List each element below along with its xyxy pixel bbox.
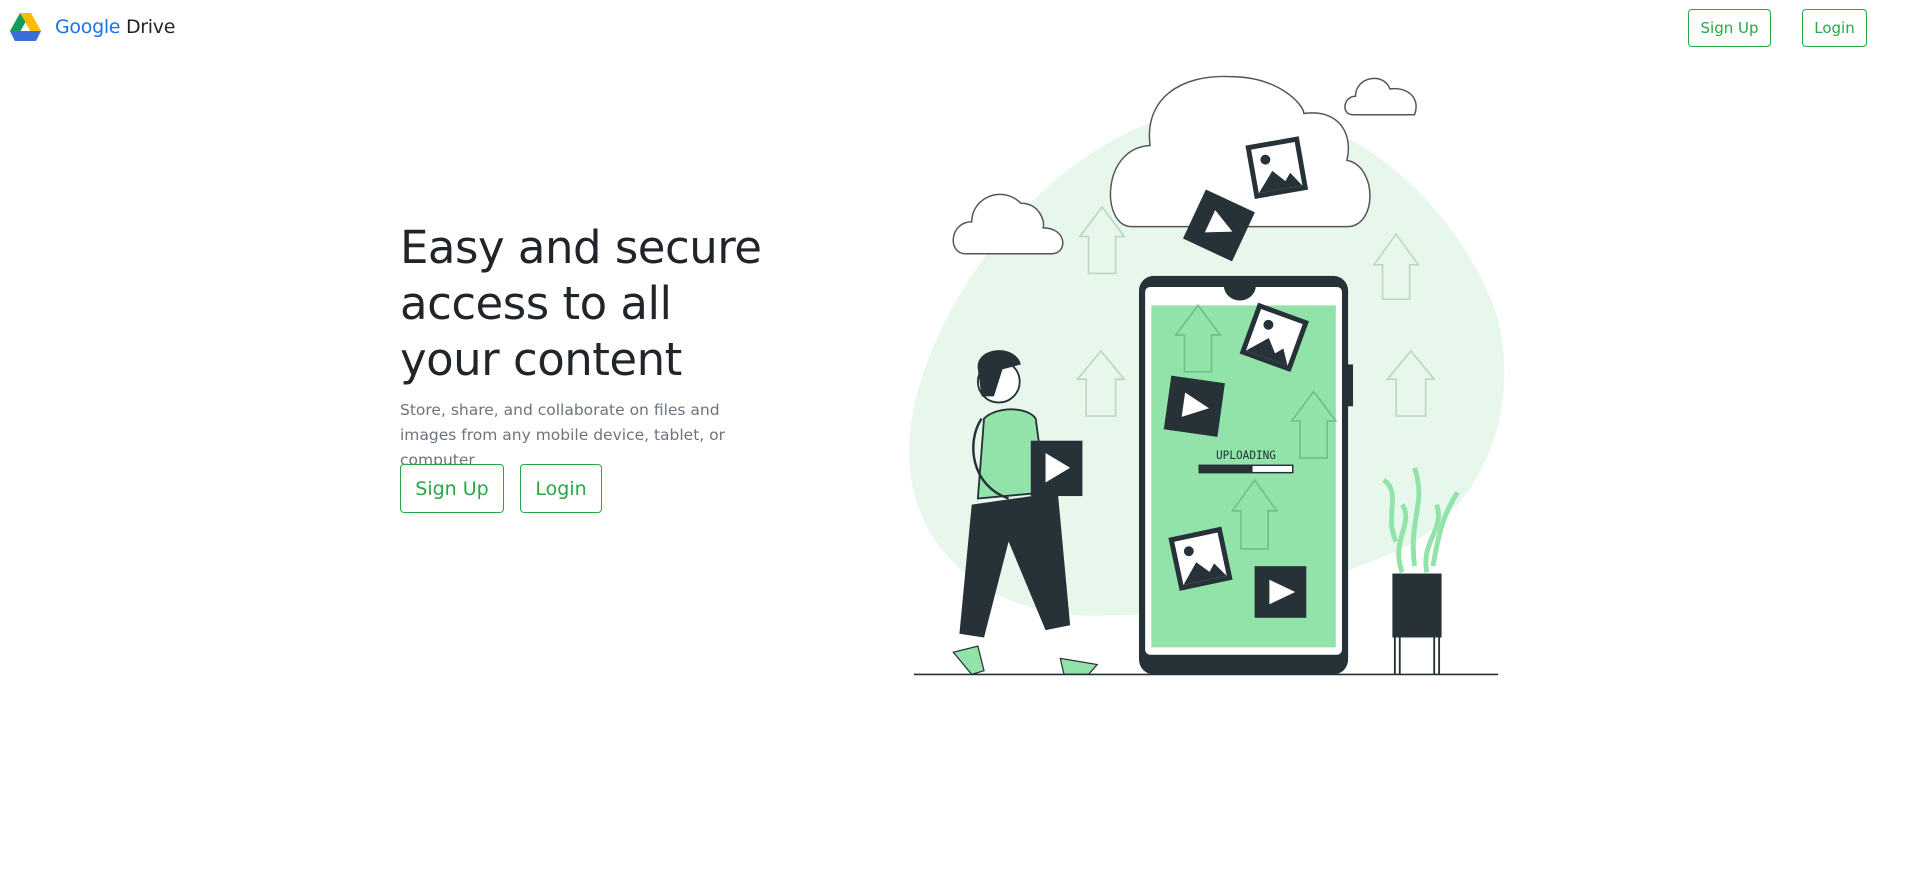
hero-description: Store, share, and collaborate on files a… [400,401,726,469]
hero-signup-button[interactable]: Sign Up [400,464,504,513]
hero-section: Easy and secure access to all your conte… [400,220,780,473]
nav-login-button[interactable]: Login [1802,9,1867,47]
cloud-icon [952,75,1417,255]
brand[interactable]: Google Drive [10,12,175,42]
hero-heading: Easy and secure access to all your conte… [400,221,762,386]
upload-progress-fill [1199,465,1253,473]
nav-signup-button[interactable]: Sign Up [1688,9,1771,47]
brand-name-drive: Drive [125,16,176,38]
google-drive-logo-icon [10,13,41,41]
brand-name: Google Drive [55,16,175,38]
hero-login-button[interactable]: Login [520,464,602,513]
brand-name-google: Google [55,16,121,38]
upload-label: UPLOADING [1216,449,1276,462]
upload-illustration: UPLOADING [909,75,1505,676]
